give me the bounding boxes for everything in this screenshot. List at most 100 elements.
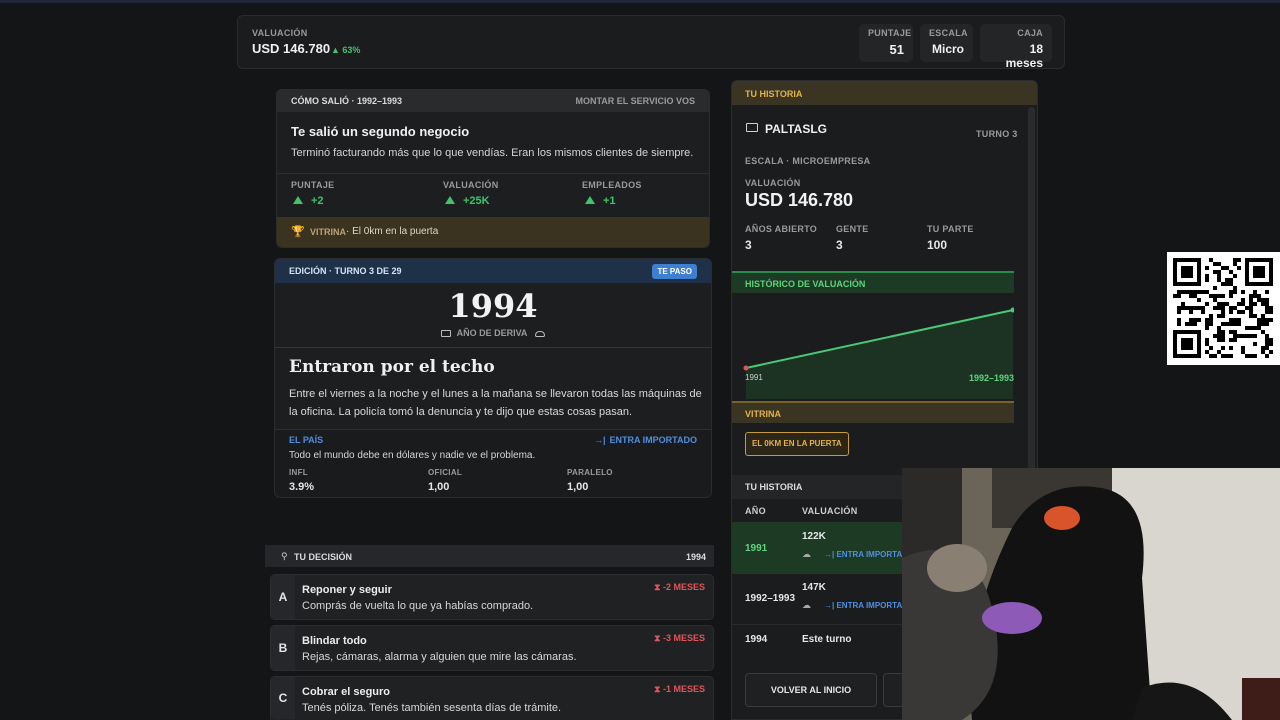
window-top-strip bbox=[0, 0, 1280, 3]
monitor-icon bbox=[440, 330, 451, 337]
edition-body: Entre el viernes a la noche y el lunes a… bbox=[289, 388, 702, 418]
webcam-image bbox=[902, 468, 1280, 720]
qr-code-graphic bbox=[1173, 258, 1273, 358]
country-section: EL PAÍS →| ENTRA IMPORTADO Todo el mundo … bbox=[275, 429, 711, 497]
option-title: Blindar todo bbox=[302, 635, 367, 647]
valuation-label: VALUACIÓN bbox=[252, 28, 308, 38]
option-description: Rejas, cámaras, alarma y alguien que mir… bbox=[302, 651, 577, 663]
col-valuation-label: VALUACIÓN bbox=[802, 506, 858, 516]
scale-label: ESCALA · MICROEMPRESA bbox=[745, 156, 871, 166]
row-year: 1994 bbox=[745, 634, 768, 645]
history-stat-label: GENTE bbox=[836, 224, 869, 234]
outcome-header-action: MONTAR EL SERVICIO VOS bbox=[575, 96, 695, 106]
history-valuation-label: VALUACIÓN bbox=[745, 178, 801, 188]
stat-label: PUNTAJE bbox=[868, 28, 912, 38]
history-header-title: TU HISTORIA bbox=[745, 89, 803, 99]
outcome-header-title: CÓMO SALIÓ · 1992–1993 bbox=[291, 96, 403, 106]
indicator-label: INFL bbox=[289, 468, 308, 477]
vitrina-label: VITRINA bbox=[310, 227, 346, 237]
chart-point-start bbox=[743, 365, 749, 371]
cloud-icon: ☁ bbox=[802, 600, 811, 610]
country-text: Todo el mundo debe en dólares y nadie ve… bbox=[289, 450, 536, 461]
pin-icon: ⚲ bbox=[281, 551, 288, 561]
option-cost: ⧗ -1 MESES bbox=[654, 684, 705, 694]
option-cost: ⧗ -3 MESES bbox=[654, 633, 705, 643]
qr-code bbox=[1167, 252, 1280, 365]
vitrina-text: · El 0km en la puerta bbox=[346, 226, 439, 237]
stat-value: Micro bbox=[931, 42, 964, 56]
vitrina-header-title: VITRINA bbox=[745, 409, 781, 419]
chart-end-label: 1992–1993 bbox=[968, 373, 1014, 383]
edition-subtitle: AÑO DE DERIVA bbox=[275, 328, 711, 338]
history-valuation: USD 146.780 bbox=[745, 190, 854, 210]
metric-label: EMPLEADOS bbox=[582, 180, 642, 190]
col-year-label: AÑO bbox=[745, 506, 766, 516]
entra-importado-link[interactable]: →| ENTRA IMPORTADO bbox=[594, 435, 697, 445]
cloud-icon: ☁ bbox=[802, 549, 811, 559]
metric-label: PUNTAJE bbox=[291, 180, 335, 190]
stat-value: 18 meses bbox=[1005, 42, 1043, 70]
row-value: 147K bbox=[802, 582, 826, 593]
valuation-value: USD 146.780 bbox=[252, 41, 331, 56]
stat-label: CAJA bbox=[1017, 28, 1043, 38]
vitrina-strip: 🏆 VITRINA · El 0km en la puerta bbox=[277, 217, 709, 247]
trophy-icon: 🏆 bbox=[291, 226, 305, 238]
outcome-header: CÓMO SALIÓ · 1992–1993 MONTAR EL SERVICI… bbox=[277, 90, 709, 112]
turn-label: TURNO 3 bbox=[976, 129, 1018, 139]
row-value: Este turno bbox=[802, 634, 852, 645]
option-description: Tenés póliza. Tenés también sesenta días… bbox=[302, 702, 562, 714]
scrollbar[interactable] bbox=[1028, 107, 1035, 477]
te-paso-badge[interactable]: TE PASO bbox=[652, 264, 697, 279]
edition-year: 1994 bbox=[448, 287, 538, 325]
stat-cash: CAJA 18 meses bbox=[980, 24, 1052, 70]
divider bbox=[277, 173, 709, 174]
row-tag: →| ENTRA IMPORTA bbox=[824, 550, 903, 559]
back-to-start-button[interactable]: VOLVER AL INICIO bbox=[745, 673, 877, 707]
indicator-value: 1,00 bbox=[567, 481, 589, 493]
hourglass-icon: ⧗ bbox=[654, 582, 663, 592]
company-name: PALTASLG bbox=[765, 122, 827, 136]
metric-label: VALUACIÓN bbox=[443, 180, 499, 190]
indicator-value: 3.9% bbox=[289, 481, 315, 493]
row-tag: →| ENTRA IMPORTA bbox=[824, 601, 903, 610]
history-stat-value: 3 bbox=[745, 238, 752, 252]
stat-label: ESCALA bbox=[929, 28, 968, 38]
chart-header: HISTÓRICO DE VALUACIÓN bbox=[732, 271, 1014, 293]
history-stat-label: AÑOS ABIERTO bbox=[745, 224, 818, 234]
stat-value: 51 bbox=[889, 42, 904, 57]
option-c[interactable]: C Cobrar el seguro Tenés póliza. Tenés t… bbox=[270, 676, 714, 720]
option-letter: B bbox=[271, 626, 295, 670]
indicator-label: OFICIAL bbox=[428, 468, 463, 477]
option-title: Cobrar el seguro bbox=[302, 686, 391, 698]
valuation-change-badge: ▲ 63% bbox=[331, 45, 361, 55]
vitrina-item-chip[interactable]: EL 0KM EN LA PUERTA bbox=[745, 432, 849, 456]
history-header: TU HISTORIA bbox=[732, 81, 1037, 105]
metric-value: +25K bbox=[445, 195, 490, 207]
import-arrow-icon: →| bbox=[824, 601, 837, 610]
metric-value: +2 bbox=[293, 195, 324, 207]
arrow-up-icon bbox=[585, 196, 595, 204]
option-description: Comprás de vuelta lo que ya habías compr… bbox=[302, 600, 534, 612]
outcome-description: Terminó facturando más que lo que vendía… bbox=[291, 147, 694, 159]
valuation-chart: 1991 1992–1993 bbox=[732, 293, 1016, 399]
option-letter: C bbox=[271, 677, 295, 719]
chart-header-title: HISTÓRICO DE VALUACIÓN bbox=[745, 279, 866, 289]
valuation-chart-svg bbox=[743, 307, 1016, 399]
decision-header: ⚲ TU DECISIÓN 1994 bbox=[265, 545, 714, 567]
indicator-label: PARALELO bbox=[567, 468, 613, 477]
history-stat-label: TU PARTE bbox=[927, 224, 974, 234]
outcome-card: CÓMO SALIÓ · 1992–1993 MONTAR EL SERVICI… bbox=[276, 89, 710, 248]
monitor-icon bbox=[746, 123, 758, 132]
row-value: 122K bbox=[802, 531, 826, 542]
hourglass-icon: ⧗ bbox=[654, 684, 663, 694]
edition-headline: Entraron por el techo bbox=[289, 357, 495, 377]
row-year: 1991 bbox=[745, 543, 768, 554]
history-stat-value: 100 bbox=[927, 238, 948, 252]
option-a[interactable]: A Reponer y seguir Comprás de vuelta lo … bbox=[270, 574, 714, 620]
hourglass-icon: ⧗ bbox=[654, 633, 663, 643]
option-b[interactable]: B Blindar todo Rejas, cámaras, alarma y … bbox=[270, 625, 714, 671]
edition-turn-label: EDICIÓN · TURNO 3 DE 29 bbox=[289, 266, 402, 276]
chart-start-label: 1991 bbox=[745, 373, 763, 382]
edition-header: EDICIÓN · TURNO 3 DE 29 TE PASO bbox=[275, 259, 711, 283]
decision-label: TU DECISIÓN bbox=[294, 552, 353, 562]
